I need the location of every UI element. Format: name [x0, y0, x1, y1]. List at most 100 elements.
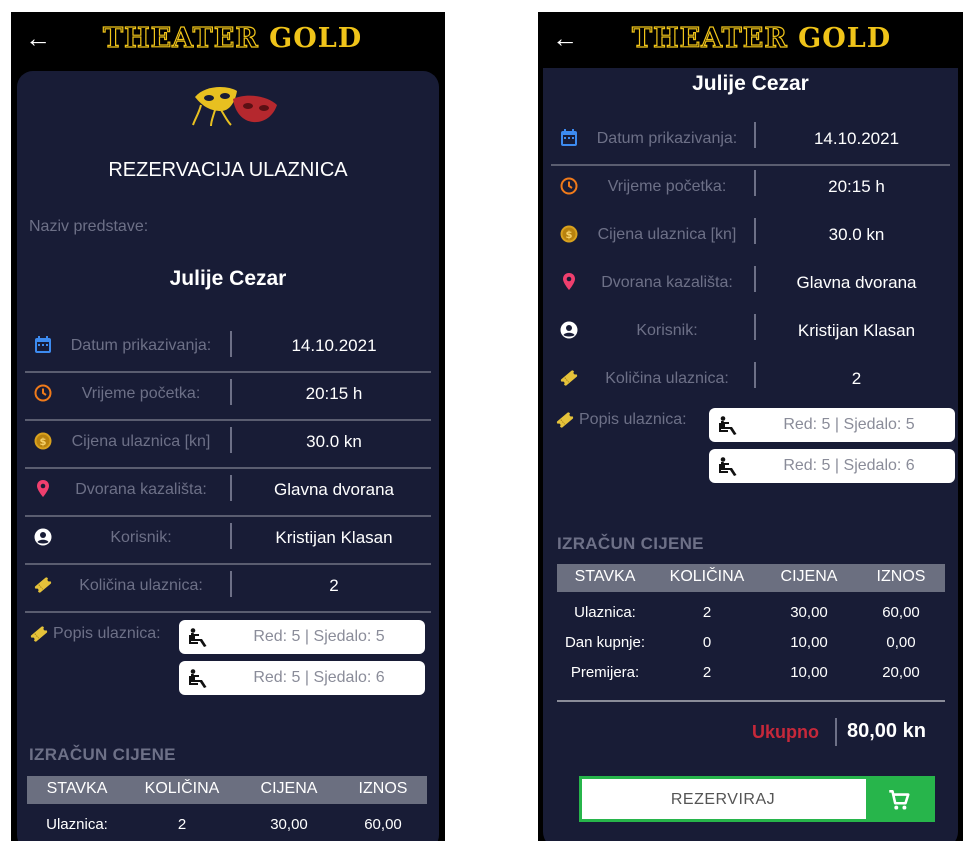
- cell: Ulaznica:: [574, 604, 636, 621]
- total-value: 80,00 kn: [847, 720, 926, 742]
- app-bar: ← THEATER GOLD: [11, 12, 445, 68]
- info-value: Kristijan Klasan: [275, 528, 393, 547]
- total-label: Ukupno: [752, 722, 819, 742]
- divider: [230, 475, 232, 501]
- reserve-button[interactable]: REZERVIRAJ: [579, 776, 935, 822]
- user-icon: [33, 527, 53, 547]
- divider: [230, 523, 232, 549]
- seat-icon: [717, 456, 739, 478]
- cell: 2: [177, 816, 187, 833]
- table-row: Ulaznica: 2 30,00 60,00: [27, 812, 427, 841]
- price-table: STAVKA KOLIČINA CIJENA IZNOS Ulaznica: 2…: [27, 776, 427, 841]
- show-title: Julije Cezar: [169, 267, 287, 290]
- divider: [754, 170, 756, 196]
- cell: Dan kupnje:: [564, 634, 646, 651]
- cell: 30,00: [270, 816, 308, 833]
- divider: [754, 266, 756, 292]
- column-header: STAVKA: [46, 780, 108, 797]
- info-value: Glavna dvorana: [273, 480, 395, 499]
- back-arrow-icon[interactable]: ←: [552, 24, 580, 52]
- reservation-card: Julije Cezar Datum prikazivanja: 14.10.2…: [543, 68, 958, 841]
- seat-ticket-item[interactable]: Red: 5 | Sjedalo: 6: [179, 661, 425, 695]
- divider: [754, 314, 756, 340]
- coin-icon: [559, 224, 579, 244]
- column-header: IZNOS: [358, 780, 408, 797]
- info-value: 14.10.2021: [291, 336, 377, 355]
- location-pin-icon: [559, 272, 579, 292]
- info-label: Datum prikazivanja:: [70, 337, 212, 354]
- cell: Ulaznica:: [46, 816, 108, 833]
- brand-word-theater: THEATER: [102, 23, 259, 54]
- info-label: Vrijeme početka:: [607, 178, 727, 195]
- divider: [230, 427, 232, 453]
- info-label: Količina ulaznica:: [79, 577, 203, 594]
- info-value: Kristijan Klasan: [797, 321, 916, 340]
- ticket-icon: [559, 368, 579, 388]
- info-row-quantity: Količina ulaznica: 2: [551, 356, 950, 404]
- cell: 30,00: [790, 604, 828, 621]
- column-header: CIJENA: [780, 568, 838, 585]
- cell: 2: [702, 664, 712, 681]
- brand-word-gold: GOLD: [798, 23, 892, 54]
- reservation-card: REZERVACIJA ULAZNICA Naziv predstave: Ju…: [17, 71, 439, 841]
- total-row: Ukupno 80,00 kn: [543, 716, 958, 750]
- cell: Premijera:: [570, 664, 640, 681]
- seat-ticket-item[interactable]: Red: 5 | Sjedalo: 5: [709, 408, 955, 442]
- info-label: Dvorana kazališta:: [601, 274, 733, 291]
- info-row-hall: Dvorana kazališta: Glavna dvorana: [25, 467, 431, 517]
- column-header: KOLIČINA: [669, 568, 745, 585]
- info-value: 30.0 kn: [306, 432, 362, 451]
- info-label: Količina ulaznica:: [605, 370, 729, 387]
- info-value: 20:15 h: [828, 177, 885, 196]
- column-header: IZNOS: [876, 568, 926, 585]
- app-bar: ← THEATER GOLD: [538, 12, 963, 68]
- info-row-hall: Dvorana kazališta: Glavna dvorana: [551, 260, 950, 308]
- seat-text: Red: 5 | Sjedalo: 6: [783, 457, 915, 474]
- brand-word-gold: GOLD: [269, 23, 363, 54]
- coin-icon: [33, 431, 53, 451]
- divider: [835, 718, 837, 746]
- info-label: Cijena ulaznica [kn]: [71, 433, 211, 450]
- table-row: Premijera: 2 10,00 20,00: [557, 660, 945, 690]
- column-header: KOLIČINA: [144, 780, 220, 797]
- phone-screen-left: ← THEATER GOLD REZERVACIJA ULAZNICA Nazi…: [11, 12, 445, 841]
- reserve-button-label: REZERVIRAJ: [670, 791, 776, 808]
- seat-ticket-item[interactable]: Red: 5 | Sjedalo: 6: [709, 449, 955, 483]
- info-row-quantity: Količina ulaznica: 2: [25, 563, 431, 613]
- info-value: 2: [851, 369, 862, 388]
- column-header: CIJENA: [260, 780, 318, 797]
- table-header: STAVKA KOLIČINA CIJENA IZNOS: [27, 776, 427, 804]
- divider: [754, 218, 756, 244]
- info-value: 14.10.2021: [813, 129, 900, 148]
- shopping-cart-icon: [886, 787, 912, 813]
- info-value: 2: [329, 576, 339, 595]
- seat-icon: [187, 668, 209, 690]
- info-label: Datum prikazivanja:: [596, 130, 738, 147]
- brand-word-theater: THEATER: [631, 23, 788, 54]
- info-row-time: Vrijeme početka: 20:15 h: [25, 371, 431, 421]
- column-header: STAVKA: [574, 568, 636, 585]
- cart-icon-box: [866, 779, 932, 819]
- cell: 60,00: [882, 604, 920, 621]
- info-label: Vrijeme početka:: [81, 385, 201, 402]
- info-value: 20:15 h: [305, 384, 363, 403]
- info-value: Glavna dvorana: [796, 273, 917, 292]
- page-title: REZERVACIJA ULAZNICA: [108, 159, 348, 181]
- clock-icon: [559, 176, 579, 196]
- info-row-date: Datum prikazivanja: 14.10.2021: [25, 323, 431, 373]
- cell: 2: [702, 604, 712, 621]
- user-icon: [559, 320, 579, 340]
- info-row-time: Vrijeme početka: 20:15 h: [551, 164, 950, 212]
- seat-icon: [717, 415, 739, 437]
- calendar-icon: [33, 335, 53, 355]
- divider: [754, 362, 756, 388]
- ticket-icon: [33, 575, 53, 595]
- table-divider: [557, 700, 945, 702]
- price-calc-title: IZRAČUN CIJENE: [557, 534, 704, 553]
- info-row-price: Cijena ulaznica [kn] 30.0 kn: [551, 212, 950, 260]
- back-arrow-icon[interactable]: ←: [25, 24, 53, 52]
- seat-ticket-item[interactable]: Red: 5 | Sjedalo: 5: [179, 620, 425, 654]
- show-title: Julije Cezar: [692, 72, 809, 95]
- cell: 60,00: [364, 816, 402, 833]
- table-row: Dan kupnje: 0 10,00 0,00: [557, 630, 945, 660]
